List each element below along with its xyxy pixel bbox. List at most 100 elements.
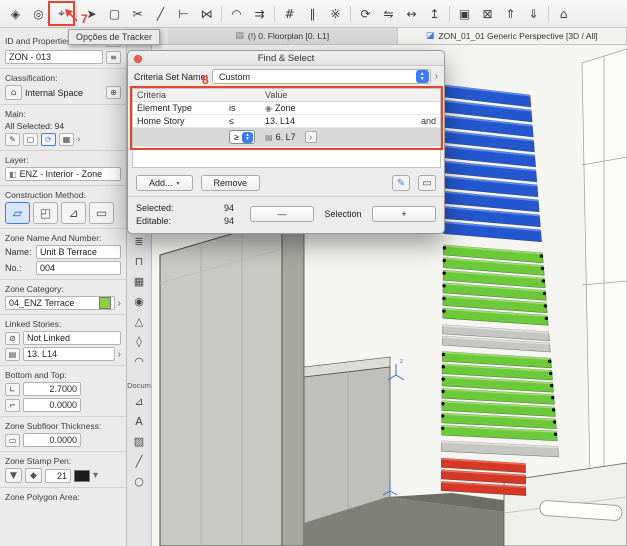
railing-tool-icon[interactable]: ⊓	[130, 253, 148, 270]
construction-method-3-button[interactable]: ⊿	[61, 202, 86, 224]
home-story-expand-icon[interactable]: ›	[118, 349, 121, 360]
zone-id-input[interactable]	[5, 50, 103, 64]
id-options-icon[interactable]: ≡	[106, 50, 121, 64]
selection-handle[interactable]	[549, 371, 553, 376]
send-backward-icon[interactable]: ⇓	[522, 3, 545, 25]
bottom-offset-input[interactable]	[23, 382, 81, 396]
close-icon[interactable]	[134, 55, 142, 63]
criteria-set-dropdown[interactable]: Custom ▲ ▼	[212, 69, 431, 84]
criteria-row-home-story[interactable]: Home Story ≤ 13. L14 and	[133, 115, 440, 128]
category-expand-icon[interactable]: ›	[118, 298, 121, 309]
circle-tool-icon[interactable]: ○	[130, 473, 148, 490]
stair-tool-icon[interactable]: ≣	[130, 233, 148, 250]
home-story-icon[interactable]: ▤	[5, 347, 20, 361]
line-tool-icon[interactable]: ╱	[130, 453, 148, 470]
group-icon[interactable]: ▣	[453, 3, 476, 25]
linked-stories-dropdown[interactable]: Not Linked	[23, 331, 121, 345]
eyedropper-icon[interactable]: ✎	[392, 175, 410, 191]
criteria-row-element-type[interactable]: Element Type is ◉ Zone	[133, 102, 440, 115]
operator-dropdown[interactable]: ≥ ▲ ▼	[229, 130, 255, 144]
layer-dropdown[interactable]: ◧ ENZ - Interior - Zone	[5, 167, 121, 181]
selection-handle[interactable]	[441, 389, 445, 394]
mirror-icon[interactable]: ⇋	[377, 3, 400, 25]
elevate-icon[interactable]: ↥	[423, 3, 446, 25]
move-icon[interactable]: ◈	[4, 3, 27, 25]
selection-handle[interactable]	[552, 420, 557, 424]
marquee-arrow-icon[interactable]: ▭	[418, 175, 436, 191]
selection-handle[interactable]	[442, 296, 446, 301]
rotate-icon[interactable]: ⟳	[354, 3, 377, 25]
fill-tool-icon[interactable]: ▨	[130, 433, 148, 450]
selection-handle[interactable]	[440, 426, 445, 430]
pen-settings-icon[interactable]: ✎	[5, 133, 20, 146]
selection-handle[interactable]	[442, 309, 446, 313]
unlink-icon[interactable]: ⊘	[5, 331, 20, 345]
selection-handle[interactable]	[442, 284, 446, 288]
zone-category-dropdown[interactable]: 04_ENZ Terrace	[5, 296, 115, 310]
remove-criteria-button[interactable]: Remove	[200, 175, 261, 191]
text-tool-icon[interactable]: A	[130, 413, 148, 430]
shell-tool-icon[interactable]: ◠	[130, 353, 148, 370]
selection-handle[interactable]	[550, 396, 555, 400]
selection-handle[interactable]	[441, 365, 445, 369]
internal-space-icon[interactable]: ⌂	[5, 85, 22, 100]
stamp-pen-style-icon[interactable]: ▼	[5, 468, 22, 483]
selection-handle[interactable]	[441, 377, 445, 381]
selection-handle[interactable]	[543, 304, 548, 308]
classification-value[interactable]: Internal Space	[25, 88, 103, 98]
guide-lines-icon[interactable]: ∥	[301, 3, 324, 25]
stamp-pen-color-swatch[interactable]	[74, 469, 90, 482]
criteria-set-expand-icon[interactable]: ›	[435, 71, 438, 82]
morph-tool-icon[interactable]: ◊	[130, 333, 148, 350]
stamp-pen-caret-icon[interactable]: ▾	[93, 470, 98, 481]
selection-handle[interactable]	[442, 258, 447, 263]
tab-perspective[interactable]: ◪ ZON_01_01 Generic Perspective [3D / Al…	[397, 28, 627, 44]
top-offset-input[interactable]	[23, 398, 81, 412]
selection-handle[interactable]	[550, 383, 554, 388]
construction-method-4-button[interactable]: ▭	[89, 202, 114, 224]
zoom-options-icon[interactable]: ◎	[27, 3, 50, 25]
add-to-selection-button[interactable]: +	[372, 206, 436, 222]
grid-snap-icon[interactable]: #	[278, 3, 301, 25]
selection-handle[interactable]	[551, 408, 556, 412]
tab-floorplan[interactable]: ▤ (!) 0. Floorplan [0. L1]	[168, 28, 398, 44]
home-story-dropdown[interactable]: 13. L14	[23, 347, 115, 361]
refresh-selection-icon[interactable]: ⟳	[41, 133, 56, 146]
classification-action-icon[interactable]: ⊕	[106, 86, 121, 99]
main-expand-icon[interactable]: ›	[77, 134, 80, 145]
value-expand-icon[interactable]: ›	[304, 131, 317, 143]
trim-icon[interactable]: ✂	[126, 3, 149, 25]
dimension-tool-icon[interactable]: ⊿	[130, 393, 148, 410]
selection-handle[interactable]	[441, 414, 445, 418]
marquee-settings-icon[interactable]: ▢	[23, 133, 38, 146]
split-icon[interactable]: ╱	[149, 3, 172, 25]
selection-handle[interactable]	[539, 254, 544, 258]
subfloor-input[interactable]	[23, 433, 81, 447]
zone-number-input[interactable]	[36, 261, 121, 275]
curtain-wall-tool-icon[interactable]: ▦	[130, 273, 148, 290]
adjust-icon[interactable]: ⊢	[172, 3, 195, 25]
stamp-pen-style2-icon[interactable]: ◆	[25, 468, 42, 483]
selection-handle[interactable]	[553, 432, 558, 436]
construction-method-2-button[interactable]: ◰	[33, 202, 58, 224]
mesh-tool-icon[interactable]: △	[130, 313, 148, 330]
fillet-icon[interactable]: ◠	[225, 3, 248, 25]
lock-icon[interactable]: ⊠	[476, 3, 499, 25]
selection-handle[interactable]	[548, 359, 552, 363]
selection-handle[interactable]	[442, 271, 446, 275]
zone-name-input[interactable]	[36, 245, 121, 259]
selection-handle[interactable]	[442, 246, 447, 250]
dialog-title-bar[interactable]: Find & Select	[128, 51, 444, 66]
selection-handle[interactable]	[540, 266, 545, 271]
marquee-select-icon[interactable]: ▢	[103, 3, 126, 25]
stretch-icon[interactable]: ↔	[400, 3, 423, 25]
stamp-pen-number-input[interactable]	[45, 468, 71, 483]
selection-handle[interactable]	[441, 402, 445, 406]
zone-tool-icon[interactable]: ◉	[130, 293, 148, 310]
add-criteria-button[interactable]: Add... ▾	[136, 175, 193, 191]
selection-handle[interactable]	[544, 316, 549, 321]
selection-handle[interactable]	[542, 291, 547, 296]
intersect-icon[interactable]: ⋈	[195, 3, 218, 25]
criteria-row-selected[interactable]: ≥ ▲ ▼ ▤ 6. L7 ›	[133, 128, 440, 147]
deselect-button[interactable]: —	[250, 206, 314, 222]
